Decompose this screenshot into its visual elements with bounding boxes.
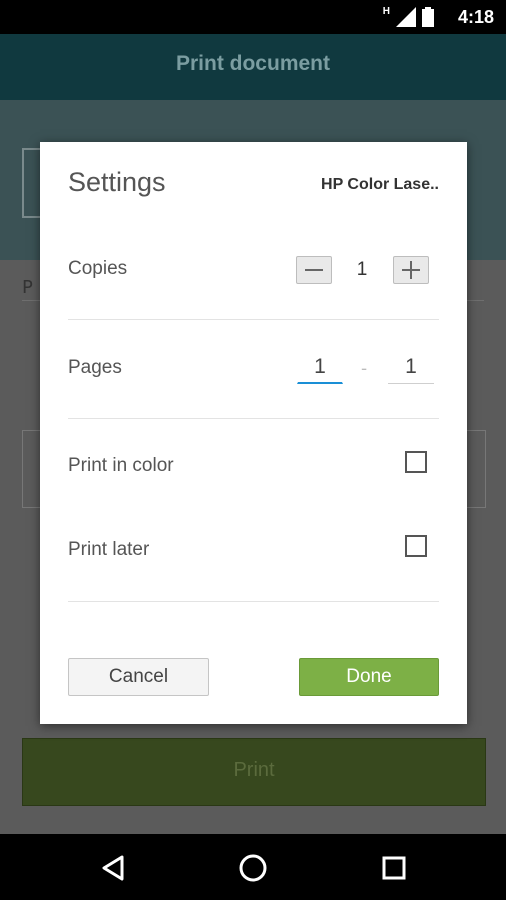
- network-type-label: H: [382, 5, 390, 17]
- print-in-color-checkbox[interactable]: [405, 451, 427, 473]
- copies-label: Copies: [68, 258, 128, 279]
- cancel-button[interactable]: Cancel: [68, 658, 209, 696]
- pages-label: Pages: [68, 357, 122, 378]
- home-button[interactable]: [235, 850, 271, 886]
- status-bar: H 4:18: [0, 0, 506, 34]
- print-in-color-label: Print in color: [68, 455, 174, 476]
- done-button[interactable]: Done: [299, 658, 439, 696]
- print-later-label: Print later: [68, 539, 150, 560]
- back-icon: [102, 855, 124, 881]
- status-icons: H: [382, 5, 434, 27]
- recents-icon: [382, 856, 406, 880]
- copies-increment-button[interactable]: [393, 256, 429, 284]
- signal-icon: [396, 7, 416, 27]
- app-bar: Print document: [0, 34, 506, 100]
- battery-icon: [422, 7, 434, 27]
- background-field-label: P: [22, 277, 33, 298]
- plus-icon: [402, 261, 420, 279]
- settings-dialog: Settings HP Color Lase.. Copies 1 Pages …: [40, 142, 467, 724]
- print-button-label: Print: [233, 759, 275, 781]
- recents-button[interactable]: [376, 850, 412, 886]
- printer-name[interactable]: HP Color Lase..: [321, 176, 439, 194]
- navigation-bar: [0, 834, 506, 900]
- back-button[interactable]: [95, 850, 131, 886]
- print-button: Print: [22, 738, 486, 806]
- minus-icon: [305, 269, 323, 271]
- page-range-separator: -: [361, 359, 368, 379]
- copies-value: 1: [356, 259, 368, 280]
- home-icon: [239, 854, 267, 882]
- dialog-title: Settings: [68, 167, 166, 197]
- divider: [68, 418, 439, 419]
- copies-decrement-button[interactable]: [296, 256, 332, 284]
- status-time: 4:18: [457, 7, 494, 27]
- page-title: Print document: [175, 52, 330, 75]
- print-later-checkbox[interactable]: [405, 535, 427, 557]
- divider: [68, 601, 439, 602]
- divider: [68, 319, 439, 320]
- page-from-input[interactable]: 1: [297, 354, 343, 384]
- page-to-input[interactable]: 1: [388, 354, 434, 384]
